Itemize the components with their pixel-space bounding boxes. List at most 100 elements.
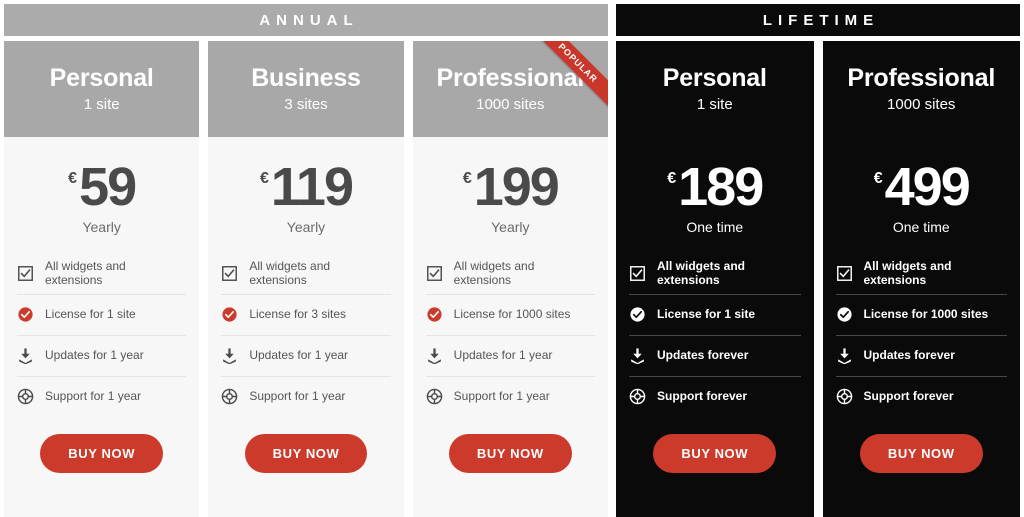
buy-button-wrap: BUY NOW xyxy=(208,417,403,517)
feature-item: Support forever xyxy=(629,375,801,417)
license-check-icon xyxy=(629,306,646,323)
lifebuoy-icon xyxy=(426,388,443,405)
feature-label: Updates for 1 year xyxy=(45,348,144,363)
plan-price-block: €189 One time xyxy=(616,137,814,241)
plan-card-header: POPULAR Professional 1000 sites xyxy=(412,41,608,137)
plan-name: Personal xyxy=(662,63,767,92)
plan-card-header: Professional 1000 sites xyxy=(822,41,1020,137)
section-banner-lifetime: LIFETIME xyxy=(616,4,1020,36)
feature-label: License for 1 site xyxy=(45,307,136,322)
pricing-table: ANNUAL Personal 1 site €59 Yearly All widgets… xyxy=(0,0,1024,517)
feature-item: All widgets and extensions xyxy=(426,253,595,294)
feature-item: Support for 1 year xyxy=(17,375,187,417)
price-amount: 59 xyxy=(79,157,137,217)
plan-name: Personal xyxy=(49,63,154,92)
plan-price-block: €59 Yearly xyxy=(4,137,199,241)
feature-item: All widgets and extensions xyxy=(221,253,390,294)
feature-item: All widgets and extensions xyxy=(629,253,801,294)
price-period: One time xyxy=(892,218,950,235)
price-row: €59 xyxy=(68,157,137,217)
price-period: Yearly xyxy=(82,218,121,235)
price-amount: 199 xyxy=(473,157,560,217)
buy-button-wrap: BUY NOW xyxy=(413,417,608,517)
feature-label: License for 1 site xyxy=(657,307,756,322)
plan-card-row-annual: Personal 1 site €59 Yearly All widgets and e… xyxy=(0,41,612,517)
plan-name: Professional xyxy=(436,63,585,92)
plan-site-count: 1 site xyxy=(83,96,120,114)
lifebuoy-icon xyxy=(17,388,34,405)
feature-label: Support forever xyxy=(863,389,954,404)
checkbox-icon xyxy=(221,265,238,282)
plan-card-header: Business 3 sites xyxy=(208,41,404,137)
plan-card: POPULAR Professional 1000 sites €199 Yearly A… xyxy=(412,41,608,517)
buy-now-button[interactable]: BUY NOW xyxy=(40,434,164,474)
feature-list: All widgets and extensions License for 10… xyxy=(823,253,1021,417)
plan-name: Business xyxy=(251,63,361,92)
feature-label: Support for 1 year xyxy=(453,389,550,404)
price-amount: 119 xyxy=(270,157,354,217)
price-row: €189 xyxy=(667,157,764,217)
feature-list: All widgets and extensions License for 1 … xyxy=(4,253,199,417)
plan-price-block: €199 Yearly xyxy=(413,137,608,241)
license-check-icon xyxy=(221,306,238,323)
plan-name: Professional xyxy=(847,63,996,92)
price-period: One time xyxy=(686,218,744,235)
buy-now-button[interactable]: BUY NOW xyxy=(859,434,983,474)
feature-label: Support for 1 year xyxy=(45,389,142,404)
price-period: Yearly xyxy=(286,218,326,235)
feature-label: License for 1000 sites xyxy=(453,307,571,322)
feature-item: Updates for 1 year xyxy=(425,334,595,376)
feature-label: All widgets and extensions xyxy=(45,258,126,288)
license-check-icon xyxy=(426,306,443,323)
plan-card: Personal 1 site €189 One time All widgets an… xyxy=(616,41,814,517)
feature-item: License for 3 sites xyxy=(221,293,391,335)
plan-price-block: €119 Yearly xyxy=(208,137,403,241)
pricing-section-annual: ANNUAL Personal 1 site €59 Yearly All widgets… xyxy=(0,0,612,517)
feature-item: Support for 1 year xyxy=(221,375,391,417)
plan-card: Professional 1000 sites €499 One time All wi… xyxy=(822,41,1021,517)
plan-card-header: Personal 1 site xyxy=(616,41,814,137)
feature-item: License for 1000 sites xyxy=(835,293,1007,335)
feature-label: All widgets and extensions xyxy=(249,258,331,288)
pricing-section-lifetime: LIFETIME Personal 1 site €189 One time All wi… xyxy=(612,0,1024,517)
section-banner-annual: ANNUAL xyxy=(4,4,608,36)
currency-symbol: € xyxy=(667,170,677,187)
feature-item: All widgets and extensions xyxy=(836,253,1008,294)
feature-label: Updates forever xyxy=(863,348,955,363)
feature-label: License for 1000 sites xyxy=(863,307,989,322)
checkbox-icon xyxy=(17,265,34,282)
download-icon xyxy=(17,347,34,365)
feature-list: All widgets and extensions License for 10… xyxy=(413,253,608,417)
plan-card-row-lifetime: Personal 1 site €189 One time All widgets an… xyxy=(612,41,1024,517)
buy-button-wrap: BUY NOW xyxy=(4,417,199,517)
feature-item: Updates for 1 year xyxy=(17,334,187,376)
license-check-icon xyxy=(836,306,853,323)
feature-label: License for 3 sites xyxy=(249,307,347,322)
currency-symbol: € xyxy=(462,170,472,187)
checkbox-icon xyxy=(836,265,853,282)
feature-item: License for 1 site xyxy=(17,293,187,335)
plan-price-block: €499 One time xyxy=(823,137,1021,241)
buy-now-button[interactable]: BUY NOW xyxy=(653,434,777,474)
download-icon xyxy=(221,347,238,365)
lifebuoy-icon xyxy=(221,388,238,405)
plan-card-header: Personal 1 site xyxy=(4,41,200,137)
buy-button-wrap: BUY NOW xyxy=(616,417,814,517)
feature-label: Support forever xyxy=(657,389,748,404)
checkbox-icon xyxy=(426,265,443,282)
price-amount: 189 xyxy=(678,157,764,217)
feature-list: All widgets and extensions License for 1 … xyxy=(616,253,814,417)
buy-now-button[interactable]: BUY NOW xyxy=(448,434,572,474)
price-period: Yearly xyxy=(491,218,530,235)
download-icon xyxy=(836,347,853,365)
checkbox-icon xyxy=(629,265,646,282)
plan-site-count: 1000 sites xyxy=(887,96,956,114)
feature-item: Updates forever xyxy=(835,334,1007,376)
buy-now-button[interactable]: BUY NOW xyxy=(244,434,368,474)
plan-card: Personal 1 site €59 Yearly All widgets and e… xyxy=(4,41,200,517)
price-row: €499 xyxy=(874,160,971,214)
lifebuoy-icon xyxy=(836,388,853,405)
price-row: €119 xyxy=(260,157,354,217)
feature-label: Support for 1 year xyxy=(249,389,346,404)
feature-label: All widgets and extensions xyxy=(453,258,535,288)
